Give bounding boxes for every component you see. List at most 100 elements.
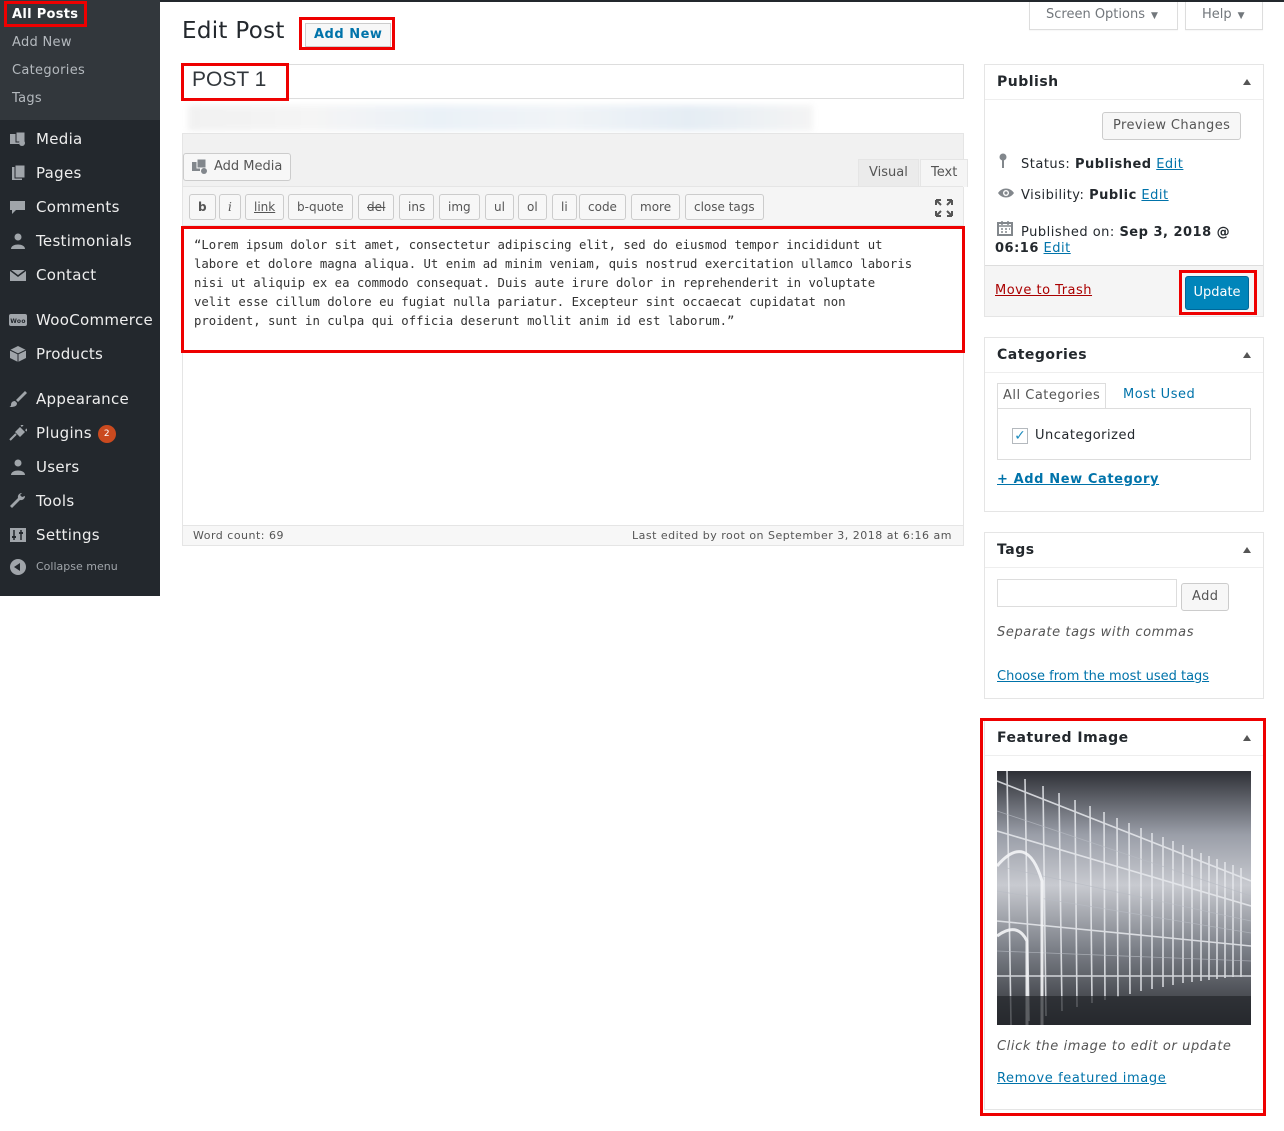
add-new-category-link[interactable]: + Add New Category [997,472,1159,487]
published-label: Published on: [1021,225,1115,240]
featured-image-hint: Click the image to edit or update [997,1039,1232,1054]
tags-box: Tags Add Separate tags with commas Choos… [984,532,1264,699]
qt-link-button[interactable]: link [245,194,285,220]
status-value: Published [1074,157,1152,172]
menu-comments[interactable]: Comments [0,190,160,224]
menu-media[interactable]: Media [0,122,160,156]
tab-most-used[interactable]: Most Used [1118,383,1200,409]
choose-most-used-tags-link[interactable]: Choose from the most used tags [997,669,1209,684]
featured-image-thumbnail[interactable] [997,771,1251,1025]
update-button[interactable]: Update [1185,276,1249,310]
menu-settings[interactable]: Settings [0,518,160,552]
status-edit-link[interactable]: Edit [1156,157,1183,172]
submenu-categories[interactable]: Categories [0,58,160,86]
add-media-button[interactable]: Add Media [183,153,292,181]
add-new-post-button[interactable]: Add New [305,23,392,47]
menu-plugins[interactable]: Plugins 2 [0,416,160,450]
menu-products[interactable]: Products [0,337,160,371]
published-edit-link[interactable]: Edit [1044,241,1071,256]
tags-box-header[interactable]: Tags [985,533,1263,568]
tags-box-title: Tags [997,542,1035,558]
admin-sidebar: All Posts Add New Categories Tags Media … [0,0,160,596]
qt-img-button[interactable]: img [439,194,480,220]
menu-woocommerce[interactable]: Woo WooCommerce [0,303,160,337]
visibility-edit-link[interactable]: Edit [1141,188,1168,203]
qt-more-button[interactable]: more [631,194,681,220]
media-icon [192,159,207,174]
menu-appearance[interactable]: Appearance [0,382,160,416]
tab-visual[interactable]: Visual [858,159,919,187]
published-time-row: 06:16 Edit [995,241,1071,256]
add-tag-button[interactable]: Add [1181,583,1230,611]
post-content-textarea[interactable]: “Lorem ipsum dolor sit amet, consectetur… [194,236,964,331]
collapse-menu-label: Collapse menu [36,560,118,573]
qt-li-button[interactable]: li [552,194,577,220]
submenu-add-new[interactable]: Add New [0,30,160,58]
menu-users[interactable]: Users [0,450,160,484]
qt-close-tags-button[interactable]: close tags [685,194,764,220]
add-media-label: Add Media [214,159,283,174]
post-title-value: POST 1 [192,68,267,91]
preview-changes-button[interactable]: Preview Changes [1102,112,1242,140]
media-icon [10,131,26,146]
qt-bquote-button[interactable]: b-quote [288,194,353,220]
visibility-row: Visibility: Public Edit [997,187,1169,203]
permalink-blurred [188,105,813,131]
caret-down-icon: ▼ [1151,11,1158,21]
quicktags-toolbar: b i link b-quote del ins img ul ol li co… [183,186,963,226]
post-title-field[interactable]: POST 1 [182,64,964,99]
fullscreen-icon[interactable] [935,199,953,217]
menu-testimonials[interactable]: Testimonials [0,224,160,258]
publish-box: Publish Preview Changes Status: Publishe… [984,64,1264,317]
caret-down-icon: ▼ [1237,11,1245,21]
qt-ins-button[interactable]: ins [399,194,435,220]
collapse-toggle-icon[interactable] [1243,79,1251,85]
tab-all-categories[interactable]: All Categories [997,383,1107,409]
menu-pages[interactable]: Pages [0,156,160,190]
qt-ul-button[interactable]: ul [485,194,514,220]
svg-text:Woo: Woo [10,318,26,325]
published-time: 06:16 [995,241,1039,256]
qt-bold-button[interactable]: b [189,194,216,220]
publish-box-header[interactable]: Publish [985,65,1263,100]
visibility-label: Visibility: [1021,188,1085,203]
collapse-toggle-icon[interactable] [1243,735,1251,741]
eye-icon [997,187,1015,203]
screen-options-button[interactable]: Screen Options ▼ [1029,2,1178,30]
categories-box-header[interactable]: Categories [985,338,1263,373]
qt-italic-button[interactable]: i [219,194,241,220]
menu-separator [0,292,160,303]
tab-text[interactable]: Text [920,159,969,187]
help-button[interactable]: Help ▼ [1185,2,1263,30]
plug-icon [9,425,27,441]
shopping-carts-photo [997,771,1251,1025]
person-icon [11,233,25,249]
qt-del-button[interactable]: del [358,194,395,220]
settings-icon [10,528,26,542]
collapse-toggle-icon[interactable] [1243,547,1251,553]
submenu-all-posts[interactable]: All Posts [0,2,160,30]
menu-media-label: Media [36,130,83,148]
category-checklist: ✓ Uncategorized [997,408,1251,460]
menu-appearance-label: Appearance [36,390,130,408]
qt-code-button[interactable]: code [579,194,626,220]
pin-icon [997,153,1015,172]
menu-tools[interactable]: Tools [0,484,160,518]
menu-contact[interactable]: Contact [0,258,160,292]
submenu-tags[interactable]: Tags [0,86,160,114]
featured-image-header[interactable]: Featured Image [985,721,1263,756]
qt-ol-button[interactable]: ol [518,194,547,220]
remove-featured-image-link[interactable]: Remove featured image [997,1071,1166,1086]
menu-testimonials-label: Testimonials [36,232,132,250]
collapse-toggle-icon[interactable] [1243,352,1251,358]
featured-image-title: Featured Image [997,730,1129,746]
help-label: Help [1202,7,1232,22]
uncategorized-checkbox[interactable]: ✓ [1012,428,1028,444]
menu-contact-label: Contact [36,266,97,284]
pages-icon [12,165,26,180]
move-to-trash-link[interactable]: Move to Trash [995,283,1092,298]
visibility-value: Public [1089,188,1137,203]
users-icon [11,459,25,475]
collapse-menu-button[interactable]: Collapse menu [0,552,118,582]
new-tag-input[interactable] [997,579,1177,607]
